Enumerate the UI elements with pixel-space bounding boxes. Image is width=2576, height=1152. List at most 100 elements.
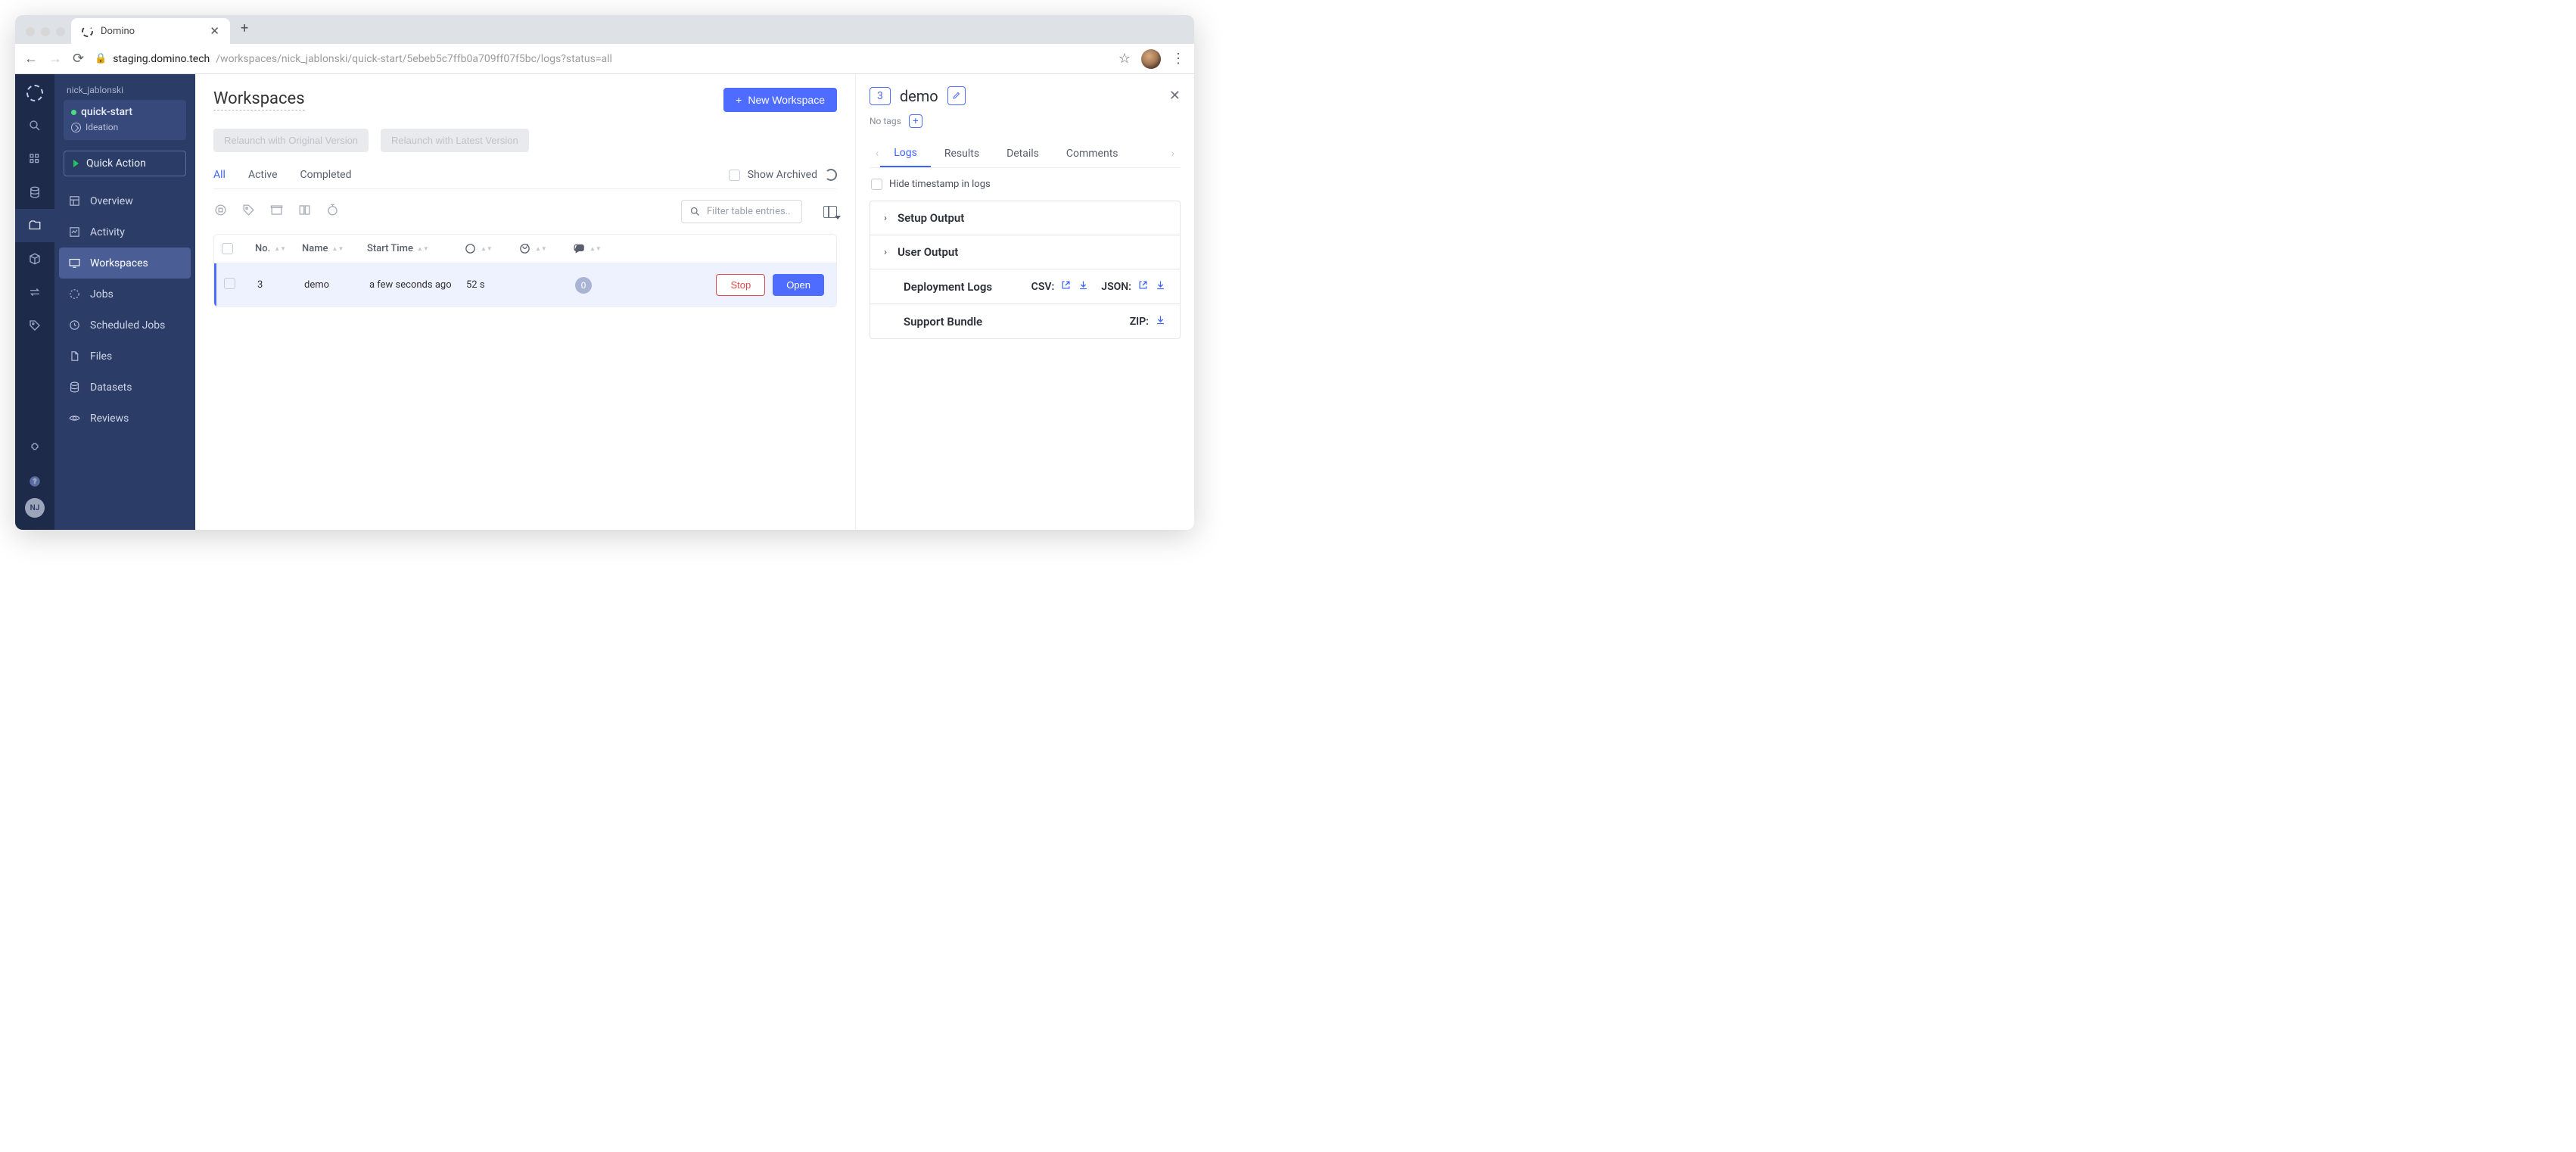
open-button[interactable]: Open <box>773 274 824 296</box>
project-card[interactable]: quick-start Ideation <box>64 100 186 140</box>
stage-icon <box>71 123 81 132</box>
hide-timestamp-checkbox[interactable] <box>871 179 882 190</box>
breadcrumb[interactable]: nick_jablonski <box>54 82 195 100</box>
details-panel: 3 demo ✕ No tags + ‹ Logs Results Detail… <box>855 74 1194 530</box>
filter-all[interactable]: All <box>213 169 226 181</box>
tab-results[interactable]: Results <box>931 141 993 167</box>
sidebar-item-activity[interactable]: Activity <box>54 216 195 248</box>
col-status-icon[interactable]: ▲▼ <box>518 242 573 255</box>
rail-grid[interactable] <box>15 142 54 176</box>
compare-icon[interactable] <box>297 203 312 220</box>
sidebar-item-label: Jobs <box>90 288 114 300</box>
zip-label: ZIP: <box>1130 316 1149 328</box>
stop-button[interactable]: Stop <box>716 274 765 296</box>
sidebar-item-label: Overview <box>90 195 133 207</box>
setup-output-row[interactable]: ›Setup Output <box>870 201 1180 235</box>
download-icon[interactable] <box>1078 279 1089 294</box>
archive-icon[interactable] <box>269 203 284 220</box>
tag-icon[interactable] <box>241 203 256 220</box>
profile-avatar[interactable] <box>1141 49 1161 69</box>
table-header: No.▲▼ Name▲▼ Start Time▲▼ ▲▼ ▲▼ ▲▼ <box>214 235 836 263</box>
rail-tag[interactable] <box>15 309 54 342</box>
back-icon[interactable]: ← <box>24 51 38 67</box>
timer-icon[interactable] <box>325 203 340 220</box>
col-start[interactable]: Start Time▲▼ <box>367 243 464 254</box>
workspaces-table: No.▲▼ Name▲▼ Start Time▲▼ ▲▼ ▲▼ ▲▼ 3 dem… <box>213 234 837 307</box>
select-all-checkbox[interactable] <box>222 243 233 254</box>
col-name[interactable]: Name▲▼ <box>302 243 367 254</box>
filter-active[interactable]: Active <box>248 169 278 181</box>
relaunch-original-button[interactable]: Relaunch with Original Version <box>213 129 369 152</box>
rail-data[interactable] <box>15 176 54 209</box>
col-comments-icon[interactable]: ▲▼ <box>573 242 630 255</box>
project-name: quick-start <box>81 106 132 118</box>
reload-icon[interactable]: ⟳ <box>73 51 84 67</box>
tab-details[interactable]: Details <box>993 141 1053 167</box>
row-duration: 52 s <box>466 279 521 291</box>
quick-action-button[interactable]: Quick Action <box>64 151 186 176</box>
sidebar-item-reviews[interactable]: Reviews <box>54 403 195 434</box>
sidebar-item-workspaces[interactable]: Workspaces <box>59 248 191 279</box>
show-archived-checkbox[interactable] <box>729 170 740 181</box>
stop-all-icon[interactable] <box>213 203 228 220</box>
search-placeholder: Filter table entries.. <box>707 206 791 217</box>
support-bundle-row: Support Bundle ZIP: <box>870 304 1180 338</box>
tab-comments[interactable]: Comments <box>1053 141 1132 167</box>
table-search[interactable]: Filter table entries.. <box>681 200 802 223</box>
chevron-right-icon: › <box>884 213 887 224</box>
tab-logs[interactable]: Logs <box>880 140 931 167</box>
edit-title-button[interactable] <box>947 86 966 105</box>
rail-user-avatar[interactable]: NJ <box>25 498 45 518</box>
new-workspace-label: New Workspace <box>748 94 825 106</box>
play-icon <box>73 160 79 167</box>
show-archived-label: Show Archived <box>748 169 817 181</box>
sidebar-item-datasets[interactable]: Datasets <box>54 372 195 403</box>
kebab-menu-icon[interactable]: ⋮ <box>1171 51 1185 67</box>
external-link-icon[interactable] <box>1137 279 1149 294</box>
sidebar-item-scheduled[interactable]: Scheduled Jobs <box>54 310 195 341</box>
forward-icon: → <box>48 51 62 67</box>
sidebar-item-label: Scheduled Jobs <box>90 319 165 332</box>
status-dot-icon <box>71 110 76 115</box>
table-row[interactable]: 3 demo a few seconds ago 52 s 0 Stop Ope… <box>214 263 836 307</box>
sidebar-item-files[interactable]: Files <box>54 341 195 372</box>
sidebar-item-overview[interactable]: Overview <box>54 185 195 216</box>
row-start: a few seconds ago <box>369 279 466 291</box>
url-path: /workspaces/nick_jablonski/quick-start/5… <box>216 53 612 65</box>
columns-icon[interactable] <box>823 206 837 218</box>
relaunch-latest-button[interactable]: Relaunch with Latest Version <box>381 129 529 152</box>
rail-project[interactable] <box>15 209 54 242</box>
rail-settings[interactable] <box>15 431 54 465</box>
user-output-row[interactable]: ›User Output <box>870 235 1180 269</box>
new-tab-button[interactable]: + <box>230 15 256 44</box>
external-link-icon[interactable] <box>1060 279 1072 294</box>
tabs-scroll-left[interactable]: ‹ <box>874 148 880 160</box>
url-field[interactable]: 🔒 staging.domino.tech/workspaces/nick_ja… <box>95 53 1108 65</box>
row-checkbox[interactable] <box>224 278 235 289</box>
sidebar-item-jobs[interactable]: Jobs <box>54 279 195 310</box>
filter-completed[interactable]: Completed <box>300 169 352 181</box>
lock-icon: 🔒 <box>95 53 107 64</box>
col-no[interactable]: No.▲▼ <box>255 243 302 254</box>
tabs-scroll-right[interactable]: › <box>1170 148 1176 160</box>
plus-icon: + <box>736 94 742 106</box>
rail-cube[interactable] <box>15 242 54 276</box>
star-icon[interactable]: ☆ <box>1118 51 1131 67</box>
download-icon[interactable] <box>1155 314 1166 328</box>
domino-logo-icon[interactable] <box>26 85 43 101</box>
rail-swap[interactable] <box>15 276 54 309</box>
quick-action-label: Quick Action <box>86 157 146 170</box>
refresh-icon[interactable] <box>825 169 837 181</box>
workspace-number: 3 <box>870 87 891 105</box>
rail-search[interactable] <box>15 109 54 142</box>
close-panel-icon[interactable]: ✕ <box>1169 88 1181 104</box>
new-workspace-button[interactable]: + New Workspace <box>723 88 837 112</box>
url-host: staging.domino.tech <box>113 53 210 65</box>
close-tab-icon[interactable]: ✕ <box>210 24 219 38</box>
project-stage: Ideation <box>86 122 118 132</box>
rail-help[interactable]: ? <box>15 465 54 498</box>
download-icon[interactable] <box>1155 279 1166 294</box>
browser-tab[interactable]: Domino ✕ <box>71 18 230 44</box>
col-duration-icon[interactable]: ▲▼ <box>464 242 518 255</box>
add-tag-button[interactable]: + <box>909 114 922 128</box>
